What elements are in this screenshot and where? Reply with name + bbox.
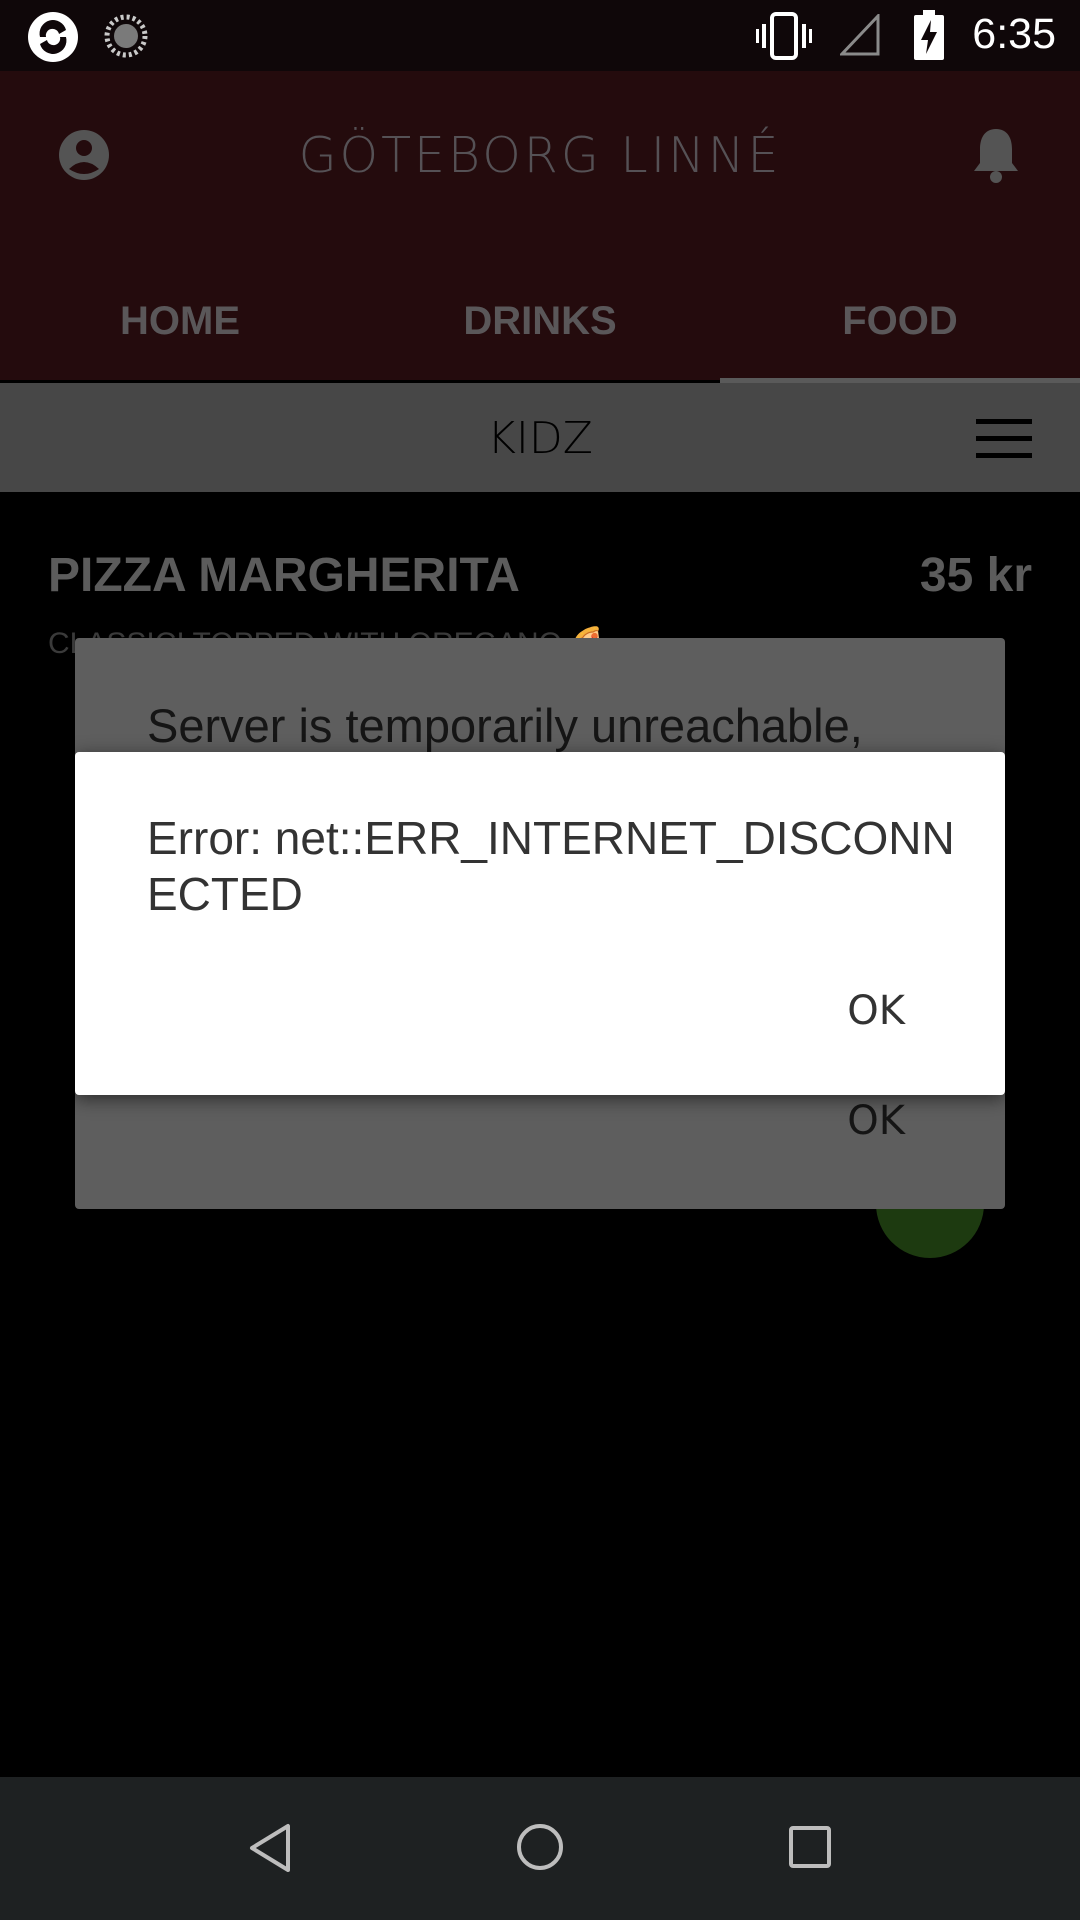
dialog-back-ok-button[interactable]: OK [847,1098,905,1144]
battery-charging-icon [914,10,944,60]
status-bar: 6:35 [0,0,1080,71]
menu-hamburger-icon[interactable] [976,419,1032,459]
menu-item-price: 35 kr [919,549,1032,602]
home-icon[interactable] [516,1823,564,1871]
dialog-back-message: Server is temporarily unreachable, [147,699,863,752]
tab-food-label: FOOD [842,299,958,343]
error-dialog: Error: net::ERR_INTERNET_DISCONNECTED OK [75,752,1005,1095]
category-title: KIDZ [487,413,593,464]
error-message: Error: net::ERR_INTERNET_DISCONNECTED [147,812,955,920]
loading-spinner-icon [104,14,148,58]
tab-food[interactable]: FOOD [720,279,1080,379]
category-header: KIDZ [0,383,1080,492]
tab-drinks[interactable]: DRINKS [360,279,720,379]
error-ok-button[interactable]: OK [847,988,905,1034]
app-logo-icon [28,12,78,62]
tab-drinks-label: DRINKS [463,299,617,343]
tab-home-label: HOME [120,299,240,343]
tab-home[interactable]: HOME [0,279,360,379]
status-clock: 6:35 [972,10,1056,58]
menu-item-name: PIZZA MARGHERITA [48,549,520,602]
back-icon[interactable] [248,1823,292,1873]
no-signal-icon [840,14,880,56]
venue-title: GÖTEBORG LINNÉ [298,127,782,184]
system-navigation-bar [0,1777,1080,1920]
vibrate-icon [756,12,812,60]
recents-icon[interactable] [788,1825,832,1869]
app-header: GÖTEBORG LINNÉ HOME DRINKS FOOD [0,71,1080,384]
notification-bell-icon[interactable] [970,125,1022,185]
